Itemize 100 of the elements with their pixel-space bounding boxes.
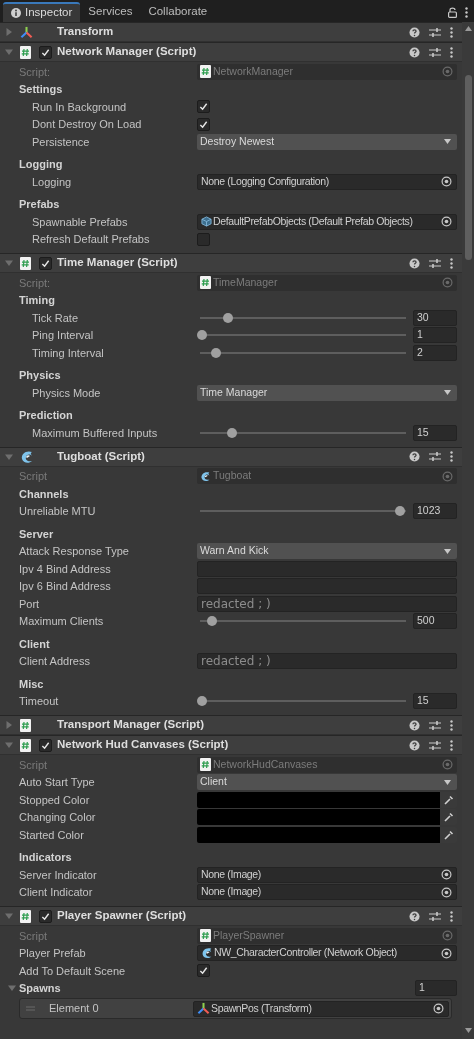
more-icon[interactable]: [450, 739, 453, 751]
slider-track[interactable]: [197, 330, 409, 341]
number-field[interactable]: 1023: [413, 503, 457, 520]
help-icon[interactable]: [409, 257, 420, 269]
tab[interactable]: Inspector: [3, 2, 81, 22]
component-header[interactable]: Player Spawner (Script): [0, 906, 462, 926]
sliders-icon[interactable]: [429, 46, 441, 58]
lock-icon[interactable]: [448, 6, 457, 18]
slider-thumb[interactable]: [207, 616, 218, 627]
component-header[interactable]: Tugboat (Script): [0, 446, 462, 467]
section-heading: Channels: [19, 486, 70, 502]
section-heading: Logging: [19, 157, 64, 172]
checkbox[interactable]: [39, 738, 52, 752]
slider-thumb[interactable]: [211, 347, 222, 358]
slider-track[interactable]: [197, 312, 409, 323]
checkbox[interactable]: [197, 232, 210, 246]
slider-track[interactable]: [197, 347, 409, 358]
object-field[interactable]: SpawnPos (Transform): [193, 1000, 449, 1017]
field-label: Tick Rate: [32, 310, 80, 326]
checkbox[interactable]: [39, 45, 52, 59]
checkbox[interactable]: [197, 100, 210, 114]
more-icon[interactable]: [465, 6, 468, 18]
number-field[interactable]: 1: [413, 327, 457, 344]
help-icon[interactable]: [409, 26, 420, 38]
wave-icon: [20, 449, 34, 464]
number-field[interactable]: 500: [413, 613, 457, 630]
number-field[interactable]: 30: [413, 309, 457, 326]
text-field[interactable]: redacted ; ): [197, 595, 457, 612]
help-icon[interactable]: [409, 719, 420, 731]
more-icon[interactable]: [450, 257, 453, 269]
field-label: Script: [19, 928, 49, 944]
help-icon[interactable]: [409, 46, 420, 58]
field-label: Run In Background: [32, 99, 128, 115]
color-swatch[interactable]: [197, 826, 440, 843]
sliders-icon[interactable]: [429, 739, 441, 751]
help-icon[interactable]: [409, 451, 420, 462]
dropdown[interactable]: Destroy Newest: [197, 133, 457, 150]
checkbox[interactable]: [197, 964, 210, 978]
number-field[interactable]: 15: [413, 693, 457, 710]
slider-track[interactable]: [197, 506, 409, 517]
checkbox[interactable]: [39, 909, 52, 923]
component-header[interactable]: Transform: [0, 22, 462, 42]
scrollbar-thumb[interactable]: [464, 75, 472, 260]
slider-track[interactable]: [197, 427, 409, 438]
component-header[interactable]: Network Manager (Script): [0, 42, 462, 62]
field-label: Client Indicator: [19, 885, 94, 900]
more-icon[interactable]: [450, 46, 453, 58]
object-picker-icon[interactable]: [441, 886, 452, 898]
component-header[interactable]: Transport Manager (Script): [0, 715, 462, 735]
scroll-down-icon[interactable]: [464, 1028, 472, 1033]
number-field[interactable]: 1: [415, 980, 457, 997]
tab[interactable]: Collaborate: [140, 2, 216, 22]
slider-thumb[interactable]: [223, 312, 234, 323]
object-field[interactable]: None (Image): [197, 884, 457, 901]
text-field[interactable]: redacted ; ): [197, 653, 457, 670]
dropdown[interactable]: Client: [197, 774, 457, 791]
slider-thumb[interactable]: [227, 427, 238, 438]
number-field[interactable]: 15: [413, 424, 457, 441]
slider-thumb[interactable]: [197, 330, 207, 341]
object-field[interactable]: None (Image): [197, 866, 457, 883]
object-field[interactable]: NW_CharacterController (Network Object): [197, 945, 457, 962]
more-icon[interactable]: [450, 719, 453, 731]
number-field[interactable]: 2: [413, 344, 457, 361]
sliders-icon[interactable]: [429, 26, 441, 38]
help-icon[interactable]: [409, 739, 420, 751]
tab[interactable]: Services: [80, 2, 141, 22]
color-swatch[interactable]: [197, 809, 440, 826]
sliders-icon[interactable]: [429, 451, 441, 462]
dropdown[interactable]: Warn And Kick: [197, 543, 457, 560]
object-picker-icon[interactable]: [441, 216, 452, 228]
slider-thumb[interactable]: [394, 506, 405, 517]
more-icon[interactable]: [450, 910, 453, 922]
component-header[interactable]: Time Manager (Script): [0, 253, 462, 273]
color-swatch[interactable]: [197, 791, 440, 808]
object-field[interactable]: DefaultPrefabObjects (Default Prefab Objects): [197, 213, 457, 230]
script-file-icon: [200, 276, 211, 290]
sliders-icon[interactable]: [429, 719, 441, 731]
slider-track[interactable]: [197, 616, 409, 627]
dropdown[interactable]: Time Manager: [197, 384, 457, 401]
checkbox[interactable]: [39, 256, 52, 270]
component-title: Time Manager (Script): [57, 255, 179, 271]
sliders-icon[interactable]: [429, 257, 441, 269]
help-icon[interactable]: [409, 910, 420, 922]
object-picker-icon[interactable]: [441, 176, 452, 188]
more-icon[interactable]: [450, 451, 453, 462]
object-picker-icon[interactable]: [441, 947, 452, 959]
component-header[interactable]: Network Hud Canvases (Script): [0, 735, 462, 755]
script-file-icon: [20, 738, 31, 752]
text-field[interactable]: [197, 560, 457, 577]
object-field[interactable]: None (Logging Configuration): [197, 173, 457, 190]
sliders-icon[interactable]: [429, 910, 441, 922]
scroll-up-icon[interactable]: [464, 26, 472, 31]
field-label: Unreliable MTU: [19, 504, 97, 519]
slider-thumb[interactable]: [197, 696, 207, 707]
slider-track[interactable]: [197, 696, 409, 707]
more-icon[interactable]: [450, 26, 453, 38]
object-picker-icon[interactable]: [433, 1003, 444, 1014]
checkbox[interactable]: [197, 117, 210, 131]
component-title: Transport Manager (Script): [57, 717, 205, 733]
object-picker-icon[interactable]: [441, 869, 452, 881]
